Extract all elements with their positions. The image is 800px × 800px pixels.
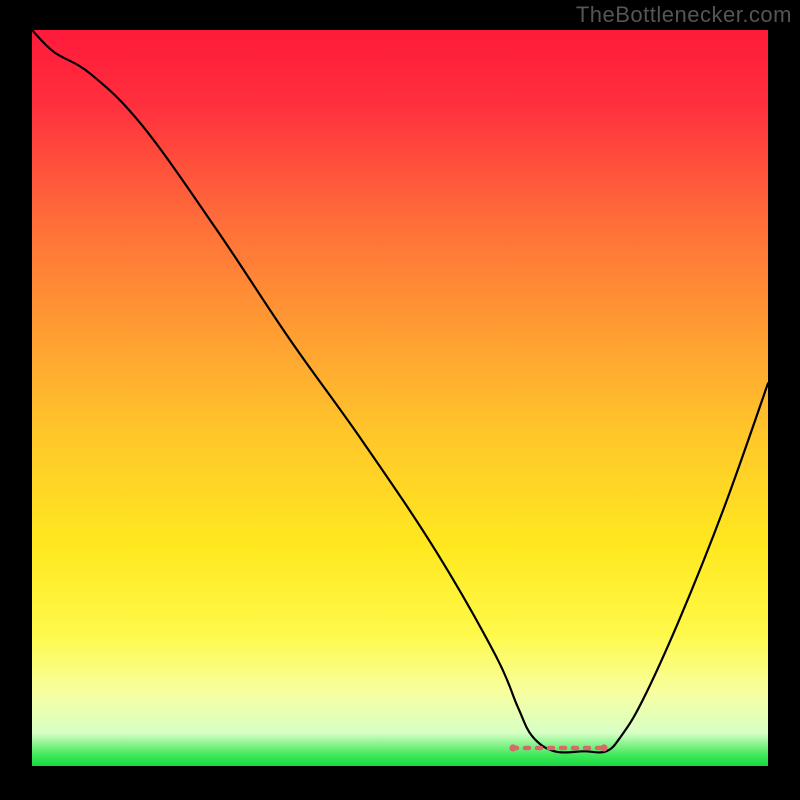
watermark-text: TheBottlenecker.com [576,2,792,28]
gradient-background [32,30,768,766]
chart-svg [32,30,768,766]
chart-frame: TheBottlenecker.com [0,0,800,800]
plot-area [32,30,768,766]
